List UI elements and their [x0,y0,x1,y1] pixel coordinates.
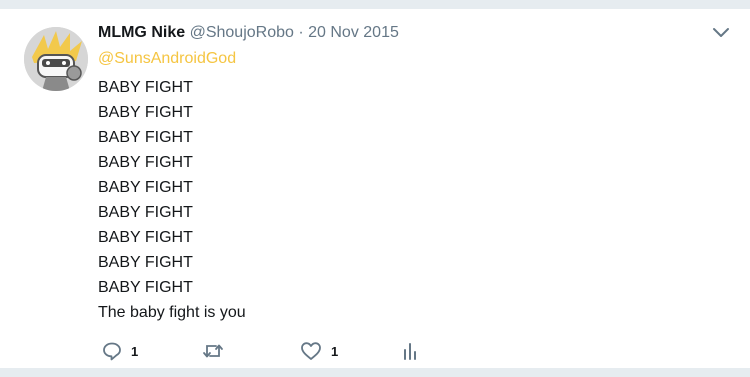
tweet-header: MLMG Nike @ShoujoRobo · 20 Nov 2015 [98,23,399,43]
avatar-image [24,27,88,91]
retweet-button[interactable] [202,339,233,363]
tweet-card[interactable]: MLMG Nike @ShoujoRobo · 20 Nov 2015 @Sun… [0,8,750,369]
tweet-line: BABY FIGHT [98,129,193,146]
retweet-icon [203,344,223,358]
chevron-down-icon[interactable] [712,26,730,40]
reply-button[interactable]: 1 [102,339,138,363]
reply-count: 1 [131,343,139,359]
tweet-text: BABY FIGHT BABY FIGHT BABY FIGHT BABY FI… [98,75,246,325]
user-handle[interactable]: @ShoujoRobo [190,24,294,41]
like-count: 1 [331,343,339,359]
analytics-button[interactable] [402,339,418,363]
tweet-line: BABY FIGHT [98,104,193,121]
tweet-date[interactable]: 20 Nov 2015 [308,24,399,41]
reply-to-mention[interactable]: @SunsAndroidGod [98,49,236,69]
tweet-line: BABY FIGHT [98,154,193,171]
tweet-actions: 1 1 [98,339,438,363]
tweet-line: The baby fight is you [98,304,246,321]
analytics-icon [404,343,416,360]
display-name[interactable]: MLMG Nike [98,24,185,41]
tweet-line: BABY FIGHT [98,254,193,271]
tweet-line: BABY FIGHT [98,229,193,246]
tweet-line: BABY FIGHT [98,279,193,296]
tweet-line: BABY FIGHT [98,79,193,96]
avatar[interactable] [24,27,88,91]
separator-dot: · [298,24,304,41]
tweet-line: BABY FIGHT [98,179,193,196]
heart-icon [301,342,321,360]
tweet-line: BABY FIGHT [98,204,193,221]
like-button[interactable]: 1 [300,339,338,363]
reply-icon [103,342,121,361]
